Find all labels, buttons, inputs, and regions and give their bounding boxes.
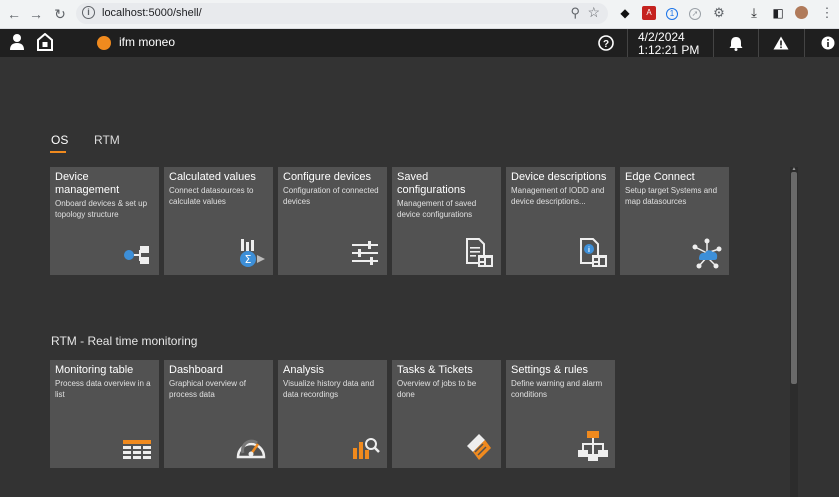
help-icon[interactable]: ? [598,35,614,51]
tile-saved-configurations[interactable]: Saved configurations Management of saved… [392,167,501,275]
sliders-icon [352,241,378,265]
zoom-icon[interactable]: ⚲ [570,5,580,21]
tile-description: Connect datasources to calculate values [169,186,254,206]
scrollbar-thumb[interactable] [791,172,797,384]
tile-edge-connect[interactable]: Edge Connect Setup target Systems and ma… [620,167,729,275]
tile-description: Overview of jobs to be done [397,379,477,399]
tile-monitoring-table[interactable]: Monitoring table Process data overview i… [50,360,159,468]
header-time: 1:12:21 PM [638,43,700,57]
menu-kebab-icon[interactable]: ⋮ [820,6,834,20]
tile-description: Management of IODD and device descriptio… [511,186,605,206]
tile-settings-rules[interactable]: Settings & rules Define warning and alar… [506,360,615,468]
download-icon[interactable]: ⤓ [747,6,761,20]
user-icon[interactable] [10,33,24,51]
forward-icon[interactable]: → [27,5,45,23]
tile-device-management[interactable]: Device management Onboard devices & set … [50,167,159,275]
tile-title: Analysis [283,364,324,376]
tile-title: Device descriptions [511,171,607,183]
chart-search-icon [353,438,380,459]
password-extension-icon[interactable]: 1 [666,8,678,20]
cloud-network-icon [692,238,722,269]
header-divider [804,29,805,57]
header-divider [758,29,759,57]
bookmark-star-icon[interactable]: ☆ [587,4,600,21]
device-topology-icon [124,246,149,264]
address-bar[interactable]: i localhost:5000/shell/ ⚲ ☆ [76,3,608,24]
info-icon[interactable] [821,36,835,50]
app-header: ifm moneo ? 4/2/2024 1:12:21 PM [0,29,839,57]
tile-title: Edge Connect [625,171,695,183]
tile-title: Tasks & Tickets [397,364,473,376]
hierarchy-icon [578,431,608,461]
header-date: 4/2/2024 [638,30,685,44]
section-title-rtm: RTM - Real time monitoring [51,334,198,348]
tile-title: Monitoring table [55,364,134,376]
profile-avatar[interactable] [795,6,808,19]
tile-description: Visualize history data and data recordin… [283,379,375,399]
tickets-icon [467,434,491,460]
tile-title: Saved configurations [397,171,466,196]
table-icon [123,440,151,459]
extensions-puzzle-icon[interactable]: ⚙ [712,6,726,20]
reload-icon[interactable]: ↻ [51,5,69,23]
site-info-icon[interactable]: i [82,6,95,19]
header-divider [713,29,714,57]
tile-title: Device management [55,171,120,196]
tile-description: Onboard devices & set up topology struct… [55,199,148,219]
tab-os[interactable]: OS [51,133,68,147]
active-tab-indicator [50,151,66,153]
tile-description: Configuration of connected devices [283,186,379,206]
app-brand: ifm moneo [119,35,176,49]
url-text: localhost:5000/shell/ [102,7,202,19]
tile-device-descriptions[interactable]: Device descriptions Management of IODD a… [506,167,615,275]
browser-toolbar: ← → ↻ i localhost:5000/shell/ ⚲ ☆ ◆ A 1 … [0,0,839,29]
tile-description: Management of saved device configuration… [397,199,477,219]
side-panel-icon[interactable]: ◧ [771,6,785,20]
gauge-icon [236,439,266,459]
tile-description: Define warning and alarm conditions [511,379,603,399]
tile-title: Calculated values [169,171,256,183]
tile-title: Dashboard [169,364,223,376]
tile-description: Graphical overview of process data [169,379,246,399]
tile-tasks-tickets[interactable]: Tasks & Tickets Overview of jobs to be d… [392,360,501,468]
home-icon[interactable] [37,33,53,51]
tile-dashboard[interactable]: Dashboard Graphical overview of process … [164,360,273,468]
tile-configure-devices[interactable]: Configure devices Configuration of conne… [278,167,387,275]
tile-title: Configure devices [283,171,372,183]
svg-text:Σ: Σ [245,253,252,266]
tab-rtm[interactable]: RTM [94,133,120,147]
svg-text:?: ? [603,39,609,50]
ifm-logo [97,36,111,50]
tile-calculated-values[interactable]: Calculated values Connect datasources to… [164,167,273,275]
saved-config-icon [466,238,493,267]
compass-extension-icon[interactable]: ➚ [689,8,701,20]
header-divider [627,29,628,57]
device-description-icon: i [580,238,607,267]
bell-icon[interactable] [729,36,743,51]
diamond-extension-icon[interactable]: ◆ [618,6,632,20]
back-icon[interactable]: ← [5,5,23,23]
svg-text:i: i [588,247,590,254]
pdf-extension-icon[interactable]: A [642,6,656,20]
warning-icon[interactable] [773,36,789,50]
tile-title: Settings & rules [511,364,589,376]
tile-description: Setup target Systems and map datasources [625,186,718,206]
calculator-sigma-icon: Σ [240,239,265,267]
tile-analysis[interactable]: Analysis Visualize history data and data… [278,360,387,468]
tile-description: Process data overview in a list [55,379,151,399]
